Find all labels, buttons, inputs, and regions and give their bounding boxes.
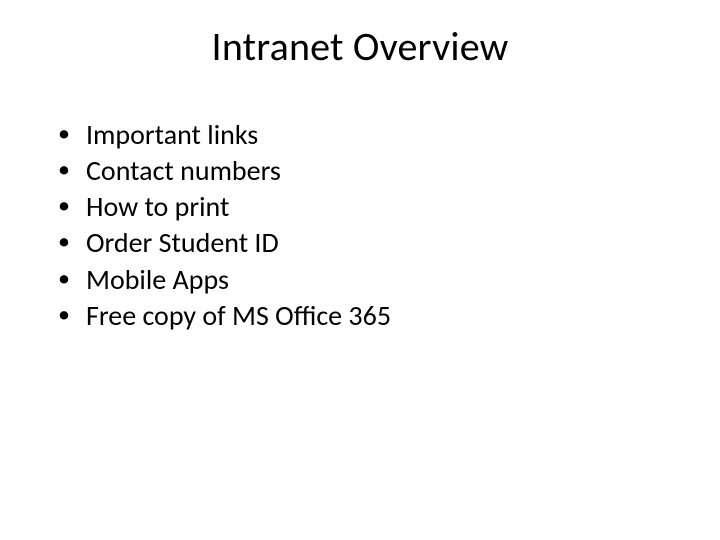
list-item: Order Student ID [58, 226, 662, 260]
list-item: Free copy of MS Office 365 [58, 299, 662, 333]
list-item: Mobile Apps [58, 263, 662, 297]
list-item: Contact numbers [58, 154, 662, 188]
list-item: How to print [58, 190, 662, 224]
slide-body: Important links Contact numbers How to p… [58, 118, 662, 335]
slide-title: Intranet Overview [0, 22, 720, 71]
bullet-list: Important links Contact numbers How to p… [58, 118, 662, 333]
list-item: Important links [58, 118, 662, 152]
slide: Intranet Overview Important links Contac… [0, 0, 720, 540]
